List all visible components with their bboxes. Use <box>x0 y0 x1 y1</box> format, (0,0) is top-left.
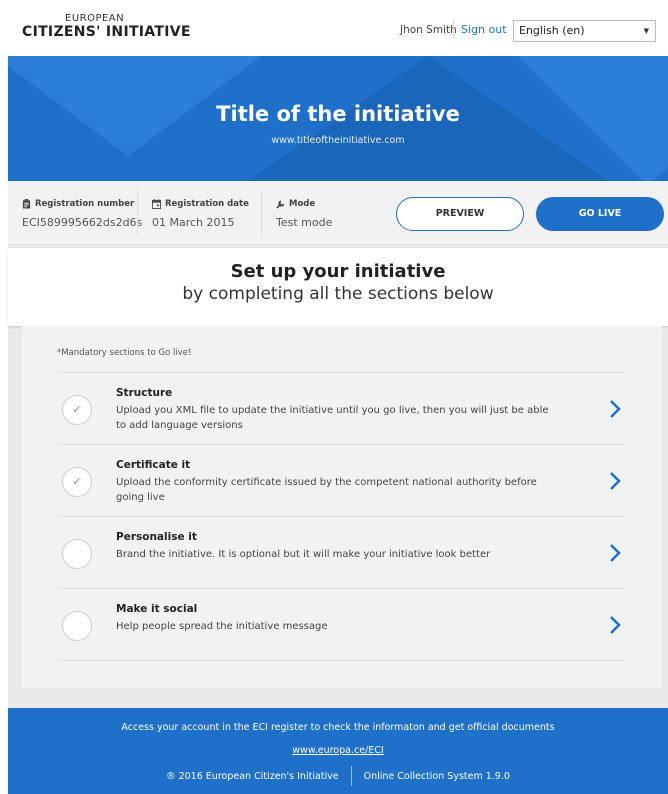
header: EUROPEAN CITIZENS' INITIATIVE Jhon Smith… <box>0 0 668 56</box>
empty-circle-icon <box>62 611 92 641</box>
info-divider <box>137 189 138 237</box>
logo[interactable]: EUROPEAN CITIZENS' INITIATIVE <box>22 13 191 40</box>
registration-number-value: ECI589995662ds2d6s <box>22 216 143 229</box>
chevron-right-icon[interactable] <box>606 613 624 637</box>
info-divider <box>261 189 262 237</box>
calendar-icon <box>152 199 161 209</box>
chevron-right-icon[interactable] <box>606 541 624 565</box>
initiative-info-bar: Registration number ECI589995662ds2d6s R… <box>8 181 668 245</box>
sign-out-link[interactable]: Sign out <box>461 23 507 36</box>
footer: Access your account in the ECI register … <box>8 708 668 794</box>
version-text: Online Collection System 1.9.0 <box>363 770 510 782</box>
footer-divider <box>350 766 352 786</box>
page: EUROPEAN CITIZENS' INITIATIVE Jhon Smith… <box>0 0 668 794</box>
section-description: Help people spread the initiative messag… <box>116 621 328 632</box>
registration-date-block: Registration date 01 March 2015 <box>152 199 249 229</box>
section-title: Make it social <box>116 603 198 615</box>
language-select-value: English (en) <box>519 24 585 37</box>
logo-top-text: EUROPEAN <box>65 13 125 24</box>
section-divider <box>58 660 626 661</box>
section-title: Certificate it <box>116 459 191 471</box>
footer-link[interactable]: www.europa.ce/ECI <box>8 745 668 756</box>
registration-number-block: Registration number ECI589995662ds2d6s <box>22 199 142 229</box>
check-icon: ✓ <box>62 467 92 497</box>
mode-block: Mode Test mode <box>276 199 332 229</box>
section-row-personalise[interactable]: Personalise it Brand the initiative. It … <box>58 516 626 588</box>
wrench-icon <box>276 200 285 209</box>
user-name: Jhon Smith <box>400 24 457 36</box>
chevron-right-icon[interactable] <box>606 469 624 493</box>
empty-circle-icon <box>62 539 92 569</box>
header-divider <box>453 19 454 39</box>
mode-value: Test mode <box>276 216 333 229</box>
left-edge <box>0 56 8 794</box>
language-select[interactable]: English (en) ▼ <box>513 20 656 42</box>
setup-card: Set up your initiative by completing all… <box>8 248 668 326</box>
sections-panel: *Mandatory sections to Go live! ✓ Struct… <box>22 326 662 688</box>
initiative-title: Title of the initiative <box>216 102 460 126</box>
chevron-right-icon[interactable] <box>606 397 624 421</box>
section-description: Brand the initiative. It is optional but… <box>116 549 491 560</box>
section-row-certificate[interactable]: ✓ Certificate it Upload the conformity c… <box>58 444 626 516</box>
footer-bottom: ® 2016 European Citizen's Initiative Onl… <box>8 766 668 786</box>
registration-number-label: Registration number <box>22 199 142 209</box>
clipboard-icon <box>22 199 31 209</box>
registration-date-value: 01 March 2015 <box>152 216 235 229</box>
preview-button[interactable]: PREVIEW <box>396 197 524 231</box>
initiative-banner: Title of the initiative www.titleofthein… <box>8 56 668 181</box>
registration-number-label-text: Registration number <box>35 199 135 209</box>
section-description: Upload the conformity certificate issued… <box>116 477 537 503</box>
copyright-text: ® 2016 European Citizen's Initiative <box>166 770 339 782</box>
mode-label: Mode <box>276 199 332 209</box>
section-description: Upload you XML file to update the initia… <box>116 405 549 431</box>
mandatory-note: *Mandatory sections to Go live! <box>57 348 192 358</box>
footer-message: Access your account in the ECI register … <box>121 722 555 733</box>
section-title: Structure <box>116 387 173 399</box>
section-row-structure[interactable]: ✓ Structure Upload you XML file to updat… <box>58 372 626 444</box>
logo-main-text: CITIZENS' INITIATIVE <box>22 24 191 40</box>
setup-title: Set up your initiative <box>230 261 446 282</box>
go-live-button[interactable]: GO LIVE <box>536 197 664 231</box>
initiative-url: www.titleoftheinitiative.com <box>271 135 405 146</box>
section-row-social[interactable]: Make it social Help people spread the in… <box>58 588 626 660</box>
setup-subtitle: by completing all the sections below <box>182 284 494 304</box>
registration-date-label-text: Registration date <box>165 199 249 209</box>
registration-date-label: Registration date <box>152 199 249 209</box>
caret-down-icon: ▼ <box>643 27 649 35</box>
check-icon: ✓ <box>62 395 92 425</box>
mode-label-text: Mode <box>289 199 316 209</box>
section-title: Personalise it <box>116 531 197 543</box>
